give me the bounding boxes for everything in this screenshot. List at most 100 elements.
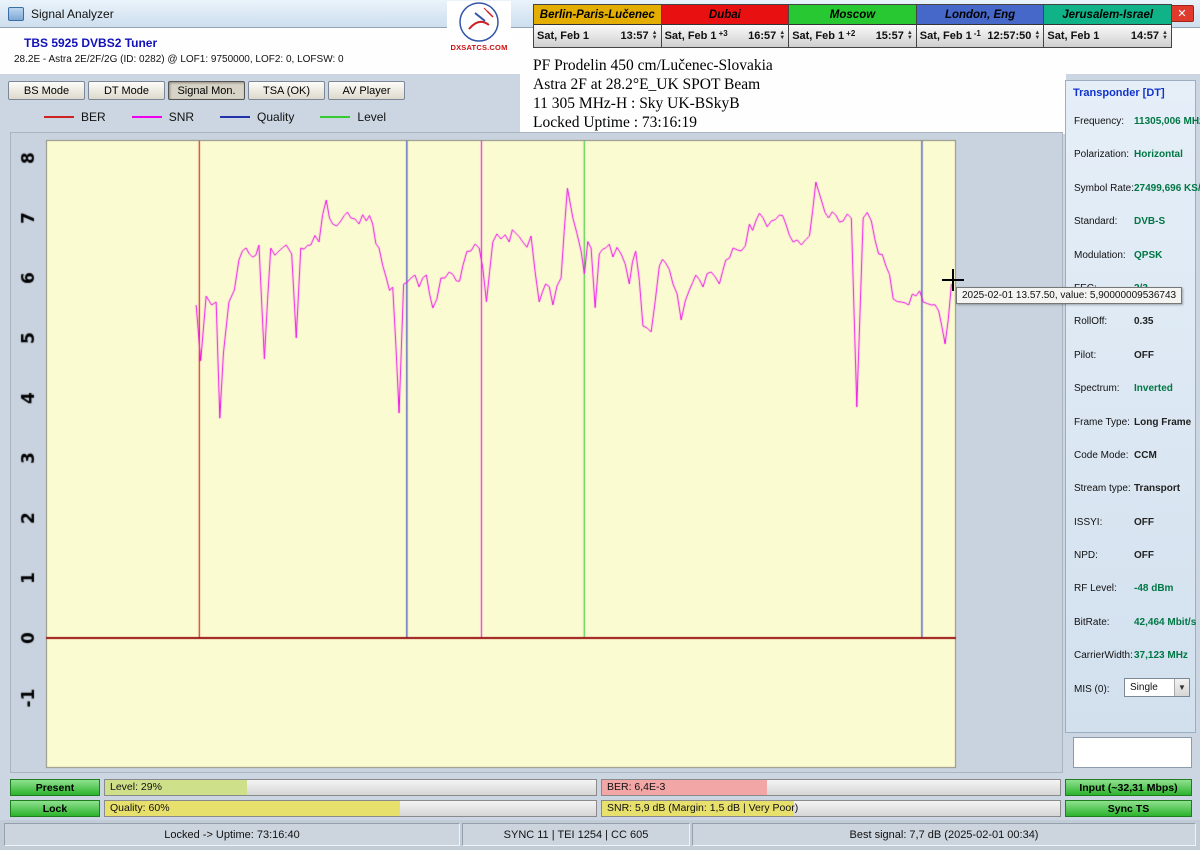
toolbar-button-signal-mon-[interactable]: Signal Mon. <box>168 81 245 100</box>
legend-item-quality: Quality <box>220 110 294 124</box>
time-spinner-icon[interactable]: ▲▼ <box>779 31 785 41</box>
logo-text: DXSATCS.COM <box>450 43 507 52</box>
clock-time: 15:57 <box>876 30 904 42</box>
transponder-row: RF Level:-48 dBm <box>1066 574 1195 607</box>
clock-time: 14:57 <box>1131 30 1159 42</box>
transponder-value: DVB-S <box>1134 216 1165 227</box>
clock-city-label: Berlin-Paris-Lučenec <box>534 5 661 25</box>
time-spinner-icon[interactable]: ▲▼ <box>1162 31 1168 41</box>
clock-date: Sat, Feb 1 <box>920 30 972 42</box>
signal-chart-canvas[interactable] <box>11 133 1062 772</box>
tuner-info: TBS 5925 DVBS2 Tuner 28.2E - Astra 2E/2F… <box>14 36 344 65</box>
transponder-label: RollOff: <box>1074 316 1107 327</box>
legend-label: BER <box>81 110 106 124</box>
clock-panel: Moscow Sat, Feb 1+2 15:57▲▼ <box>788 4 917 48</box>
transponder-label: ISSYI: <box>1074 517 1102 528</box>
clock-city-label: Dubai <box>662 5 789 25</box>
clock-city-label: Jerusalem-Israel <box>1044 5 1171 25</box>
transponder-label: CarrierWidth: <box>1074 650 1133 661</box>
transponder-value: CCM <box>1134 450 1157 461</box>
transponder-panel: Transponder [DT] Frequency:11305,006 MHz… <box>1065 80 1196 733</box>
close-button[interactable]: ✕ <box>1170 5 1194 22</box>
legend-label: SNR <box>169 110 194 124</box>
toolbar-button-bs-mode[interactable]: BS Mode <box>8 81 85 100</box>
clock-panel: Jerusalem-IsraelSat, Feb 114:57▲▼ <box>1043 4 1172 48</box>
transponder-label: Frame Type: <box>1074 417 1130 428</box>
legend-label: Level <box>357 110 386 124</box>
clock-date: Sat, Feb 1 <box>792 30 844 42</box>
chart-tooltip: 2025-02-01 13.57.50, value: 5,9000000953… <box>956 287 1182 304</box>
snr-bar: SNR: 5,9 dB (Margin: 1,5 dB | Very Poor) <box>601 800 1061 817</box>
clock-utc-offset: +2 <box>846 29 855 38</box>
chevron-down-icon[interactable]: ▼ <box>1174 679 1189 696</box>
mis-dropdown[interactable]: Single ▼ <box>1124 678 1190 697</box>
toolbar-button-tsa-ok-[interactable]: TSA (OK) <box>248 81 325 100</box>
window-title: Signal Analyzer <box>31 7 114 21</box>
transponder-label: RF Level: <box>1074 583 1117 594</box>
transponder-label: Pilot: <box>1074 350 1096 361</box>
transponder-row: Polarization: Horizontal <box>1066 140 1195 173</box>
antenna-info-block: PF Prodelin 450 cm/Lučenec-Slovakia Astr… <box>533 56 773 132</box>
clock-time-row: Sat, Feb 1-1 12:57:50▲▼ <box>917 25 1044 47</box>
transponder-row: CarrierWidth:37,123 MHz <box>1066 641 1195 674</box>
clock-time-row: Sat, Feb 113:57▲▼ <box>534 25 661 47</box>
quality-bar: Quality: 60% <box>104 800 597 817</box>
transponder-value: OFF <box>1134 517 1154 528</box>
transponder-value: QPSK <box>1134 250 1162 261</box>
clock-panel: DubaiSat, Feb 1+316:57▲▼ <box>661 4 790 48</box>
level-bar: Level: 29% <box>104 779 597 796</box>
clock-city-label: London, Eng <box>917 5 1044 25</box>
clock-date: Sat, Feb 1 <box>665 30 717 42</box>
info-line-3: 11 305 MHz-H : Sky UK-BSkyB <box>533 94 773 113</box>
toolbar-button-av-player[interactable]: AV Player <box>328 81 405 100</box>
transponder-label: Polarization: <box>1074 149 1129 160</box>
transponder-row: Pilot:OFF <box>1066 341 1195 374</box>
transponder-label: BitRate: <box>1074 617 1110 628</box>
quality-bar-label: Quality: 60% <box>105 801 596 816</box>
ber-bar-label: BER: 6,4E-3 <box>602 780 1060 795</box>
present-indicator: Present <box>10 779 100 796</box>
dxsatcs-logo: DXSATCS.COM <box>447 1 511 57</box>
signal-chart[interactable] <box>10 132 1063 773</box>
clock-utc-offset: -1 <box>974 29 981 38</box>
time-spinner-icon[interactable]: ▲▼ <box>907 31 913 41</box>
transponder-value: 0.35 <box>1134 316 1153 327</box>
transponder-label: Stream type: <box>1074 483 1131 494</box>
legend-line-icon <box>44 116 74 118</box>
transponder-row: Frequency:11305,006 MHz <box>1066 107 1195 140</box>
transponder-row: Frame Type:Long Frame <box>1066 408 1195 441</box>
time-spinner-icon[interactable]: ▲▼ <box>652 31 658 41</box>
transponder-label: Frequency: <box>1074 116 1124 127</box>
snr-bar-label: SNR: 5,9 dB (Margin: 1,5 dB | Very Poor) <box>602 801 1060 816</box>
time-spinner-icon[interactable]: ▲▼ <box>1034 31 1040 41</box>
info-line-2: Astra 2F at 28.2°E_UK SPOT Beam <box>533 75 773 94</box>
clock-utc-offset: +3 <box>719 29 728 38</box>
transponder-title: Transponder [DT] <box>1066 81 1195 99</box>
clock-panel: London, Eng Sat, Feb 1-1 12:57:50▲▼ <box>916 4 1045 48</box>
clock-date: Sat, Feb 1 <box>537 30 589 42</box>
transponder-value: Inverted <box>1134 383 1173 394</box>
status-bar: Locked -> Uptime: 73:16:40 SYNC 11 | TEI… <box>0 820 1200 850</box>
status-uptime: Locked -> Uptime: 73:16:40 <box>4 823 460 846</box>
mis-value: Single <box>1130 682 1158 693</box>
toolbar-button-dt-mode[interactable]: DT Mode <box>88 81 165 100</box>
transponder-label: Code Mode: <box>1074 450 1128 461</box>
transponder-value: Horizontal <box>1134 149 1183 160</box>
legend-line-icon <box>132 116 162 118</box>
chart-legend: BER SNR Quality Level <box>44 110 386 124</box>
transponder-label: Standard: <box>1074 216 1117 227</box>
info-line-4: Locked Uptime : 73:16:19 <box>533 113 773 132</box>
clock-panel: Berlin-Paris-LučenecSat, Feb 113:57▲▼ <box>533 4 662 48</box>
clock-strip: Berlin-Paris-LučenecSat, Feb 113:57▲▼Dub… <box>533 4 1171 48</box>
transponder-row: Stream type:Transport <box>1066 474 1195 507</box>
empty-listbox[interactable] <box>1073 737 1192 768</box>
clock-time: 12:57:50 <box>987 30 1031 42</box>
transponder-rows: Frequency:11305,006 MHz Polarization: Hori… <box>1066 107 1195 675</box>
app-icon <box>8 7 24 21</box>
syncts-indicator: Sync TS <box>1065 800 1192 817</box>
transponder-row: Modulation:QPSK <box>1066 241 1195 274</box>
transponder-value: 27499,696 KS/s <box>1134 183 1200 194</box>
clock-time-row: Sat, Feb 1+316:57▲▼ <box>662 25 789 47</box>
clock-city-label: Moscow <box>789 5 916 25</box>
transponder-row: Symbol Rate:27499,696 KS/s <box>1066 174 1195 207</box>
